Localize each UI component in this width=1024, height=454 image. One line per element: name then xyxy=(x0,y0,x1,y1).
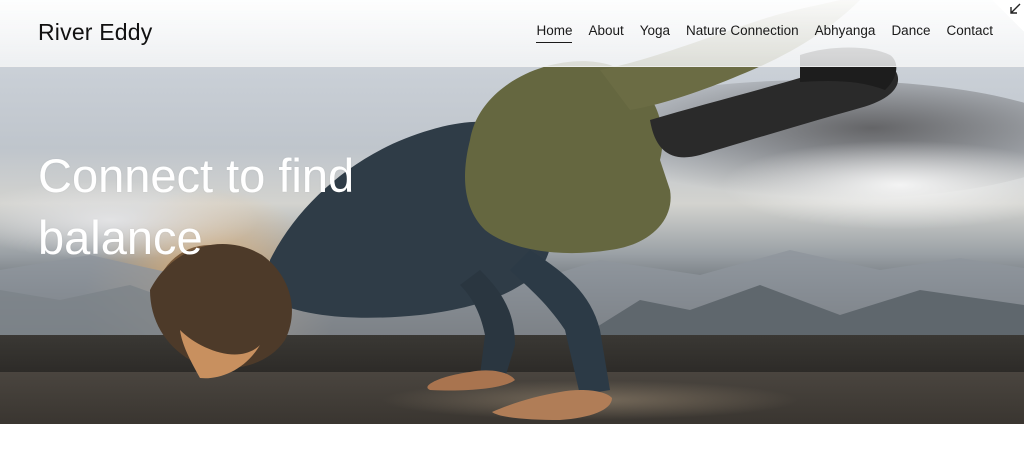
site-header: River Eddy Home About Yoga Nature Connec… xyxy=(0,0,1024,67)
nav-item-nature-connection[interactable]: Nature Connection xyxy=(686,23,799,43)
arrow-down-left-icon xyxy=(1010,3,1021,14)
nav-item-abhyanga[interactable]: Abhyanga xyxy=(815,23,876,43)
corner-expand-button[interactable] xyxy=(992,0,1024,32)
nav-item-dance[interactable]: Dance xyxy=(891,23,930,43)
nav-item-home[interactable]: Home xyxy=(536,23,573,43)
nav-item-yoga[interactable]: Yoga xyxy=(640,23,670,43)
site-title[interactable]: River Eddy xyxy=(38,19,152,46)
nav-item-contact[interactable]: Contact xyxy=(946,23,993,43)
main-nav: Home About Yoga Nature Connection Abhyan… xyxy=(520,23,993,43)
hero-headline: Connect to find balance xyxy=(38,149,355,265)
nav-item-about[interactable]: About xyxy=(588,23,623,43)
